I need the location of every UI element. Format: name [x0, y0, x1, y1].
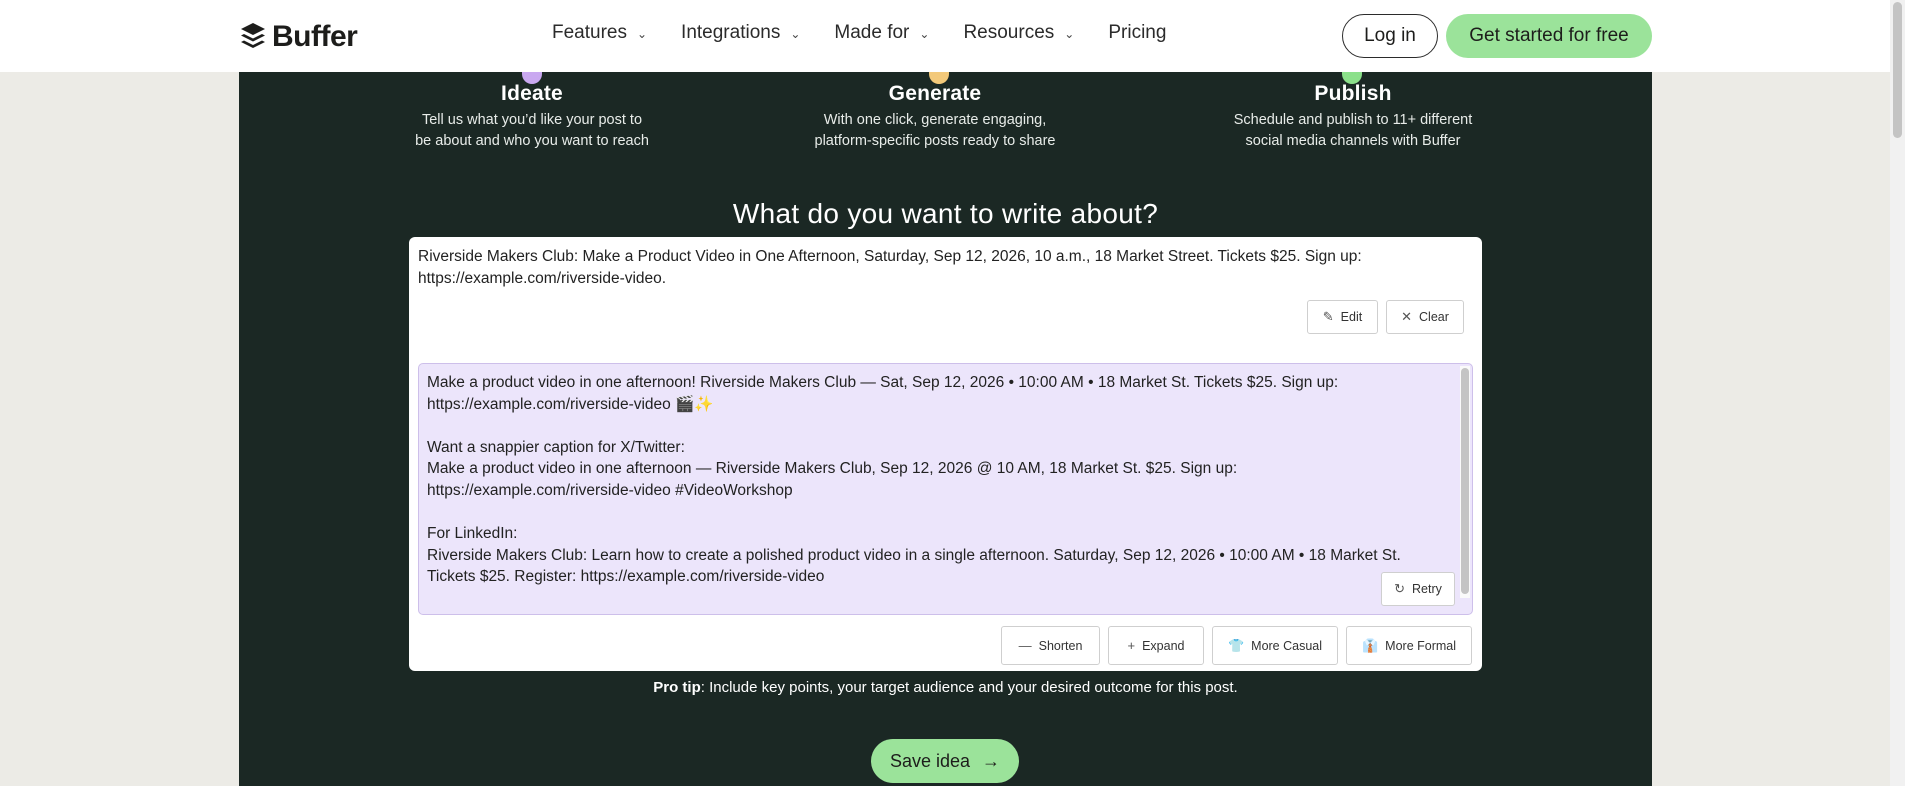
output-line: Make a product video in one afternoon! R…: [427, 374, 1339, 391]
brand-name: Buffer: [272, 20, 358, 53]
clear-button[interactable]: ✕ Clear: [1386, 300, 1464, 334]
plus-icon: +: [1127, 638, 1136, 653]
pro-tip-text: : Include key points, your target audien…: [700, 679, 1238, 696]
top-nav: Buffer Features ⌄ Integrations ⌄ Made fo…: [0, 0, 1890, 72]
pro-tip-label: Pro tip: [653, 679, 701, 696]
get-started-button[interactable]: Get started for free: [1446, 14, 1652, 58]
output-line: Make a product video in one afternoon — …: [427, 460, 1238, 478]
pencil-icon: ✎: [1322, 309, 1334, 324]
step-description: Tell us what you’d like your post to be …: [382, 110, 682, 152]
clear-button-label: Clear: [1419, 310, 1449, 324]
menu-integrations[interactable]: Integrations ⌄: [681, 22, 800, 44]
menu-integrations-label: Integrations: [681, 22, 781, 43]
expand-button-label: Expand: [1142, 638, 1185, 653]
refresh-icon: ↻: [1394, 581, 1406, 596]
writer-card: Riverside Makers Club: Make a Product Vi…: [409, 237, 1482, 671]
retry-button-label: Retry: [1412, 582, 1442, 596]
expand-button[interactable]: + Expand: [1108, 626, 1204, 665]
main-menu: Features ⌄ Integrations ⌄ Made for ⌄ Res…: [552, 22, 1166, 44]
step-description-line: be about and who you want to reach: [415, 133, 649, 149]
output-line: Want a snappier caption for X/Twitter:: [427, 438, 685, 456]
output-line: For LinkedIn:: [427, 525, 518, 543]
output-scrollbar-thumb[interactable]: [1461, 368, 1469, 594]
step-title: Generate: [888, 82, 982, 105]
output-scrollbar[interactable]: [1460, 366, 1470, 598]
more-formal-button[interactable]: 👔 More Formal: [1346, 626, 1472, 665]
step-description-line: platform-specific posts ready to share: [814, 133, 1056, 149]
buffer-logo[interactable]: Buffer: [240, 20, 358, 54]
output-line: Riverside Makers Club: Learn how to crea…: [427, 546, 1401, 564]
step-generate: Generate With one click, generate engagi…: [785, 82, 1085, 152]
shorten-button-label: Shorten: [1038, 638, 1083, 653]
menu-features-label: Features: [552, 22, 627, 43]
generated-output[interactable]: Make a product video in one afternoon! R…: [418, 363, 1473, 615]
arrow-right-icon: →: [982, 750, 1001, 771]
output-line: https://example.com/riverside-video #Vid…: [427, 481, 793, 499]
close-icon: ✕: [1401, 309, 1413, 324]
step-title: Publish: [1314, 82, 1392, 105]
minus-icon: —: [1018, 638, 1032, 653]
step-publish: Publish Schedule and publish to 11+ diff…: [1203, 82, 1503, 152]
more-casual-button[interactable]: 👕 More Casual: [1212, 626, 1338, 665]
page-scrollbar-thumb[interactable]: [1893, 2, 1902, 138]
menu-resources-label: Resources: [963, 22, 1055, 43]
generated-text: Make a product video in one afternoon! R…: [427, 372, 1447, 588]
page-scrollbar[interactable]: [1890, 0, 1905, 786]
menu-resources[interactable]: Resources ⌄: [963, 22, 1074, 44]
step-description-line: With one click, generate engaging,: [823, 112, 1047, 128]
shirt-icon: 👕: [1227, 637, 1245, 653]
prompt-input[interactable]: Riverside Makers Club: Make a Product Vi…: [418, 246, 1468, 290]
more-formal-button-label: More Formal: [1385, 638, 1457, 653]
step-description: Schedule and publish to 11+ different so…: [1203, 110, 1503, 152]
output-line: Tickets $25. Register: https://example.c…: [427, 568, 825, 586]
suit-icon: 👔: [1361, 637, 1379, 653]
step-ideate: Ideate Tell us what you’d like your post…: [382, 82, 682, 152]
ai-assistant-panel: Ideate Tell us what you’d like your post…: [239, 72, 1652, 786]
shorten-button[interactable]: — Shorten: [1001, 626, 1100, 665]
login-button[interactable]: Log in: [1342, 14, 1438, 58]
save-idea-button[interactable]: Save idea →: [871, 739, 1019, 783]
chevron-down-icon: ⌄: [919, 27, 930, 41]
output-spacer: [427, 502, 1447, 524]
chevron-down-icon: ⌄: [636, 27, 648, 41]
more-casual-button-label: More Casual: [1251, 638, 1323, 653]
step-title: Ideate: [501, 82, 563, 105]
pro-tip: Pro tip: Include key points, your target…: [239, 679, 1652, 696]
output-spacer: [427, 415, 1447, 437]
buffer-logo-icon: [241, 23, 265, 48]
menu-pricing-label: Pricing: [1108, 22, 1167, 43]
step-description-line: Tell us what you’d like your post to: [421, 112, 643, 128]
section-heading: What do you want to write about?: [732, 198, 1159, 229]
save-idea-label: Save idea: [889, 750, 971, 771]
step-description-line: Schedule and publish to 11+ different: [1233, 112, 1473, 128]
menu-made-for[interactable]: Made for ⌄: [834, 22, 929, 44]
edit-button-label: Edit: [1340, 310, 1363, 324]
output-line: https://example.com/riverside-video 🎬✨: [427, 395, 714, 413]
menu-made-for-label: Made for: [834, 22, 910, 43]
menu-features[interactable]: Features ⌄: [552, 22, 647, 44]
chevron-down-icon: ⌄: [790, 27, 801, 41]
menu-pricing[interactable]: Pricing: [1108, 22, 1166, 44]
retry-button[interactable]: ↻ Retry: [1381, 572, 1455, 606]
step-description: With one click, generate engaging, platf…: [785, 110, 1085, 152]
chevron-down-icon: ⌄: [1064, 27, 1075, 41]
step-description-line: social media channels with Buffer: [1245, 133, 1461, 149]
edit-button[interactable]: ✎ Edit: [1307, 300, 1378, 334]
